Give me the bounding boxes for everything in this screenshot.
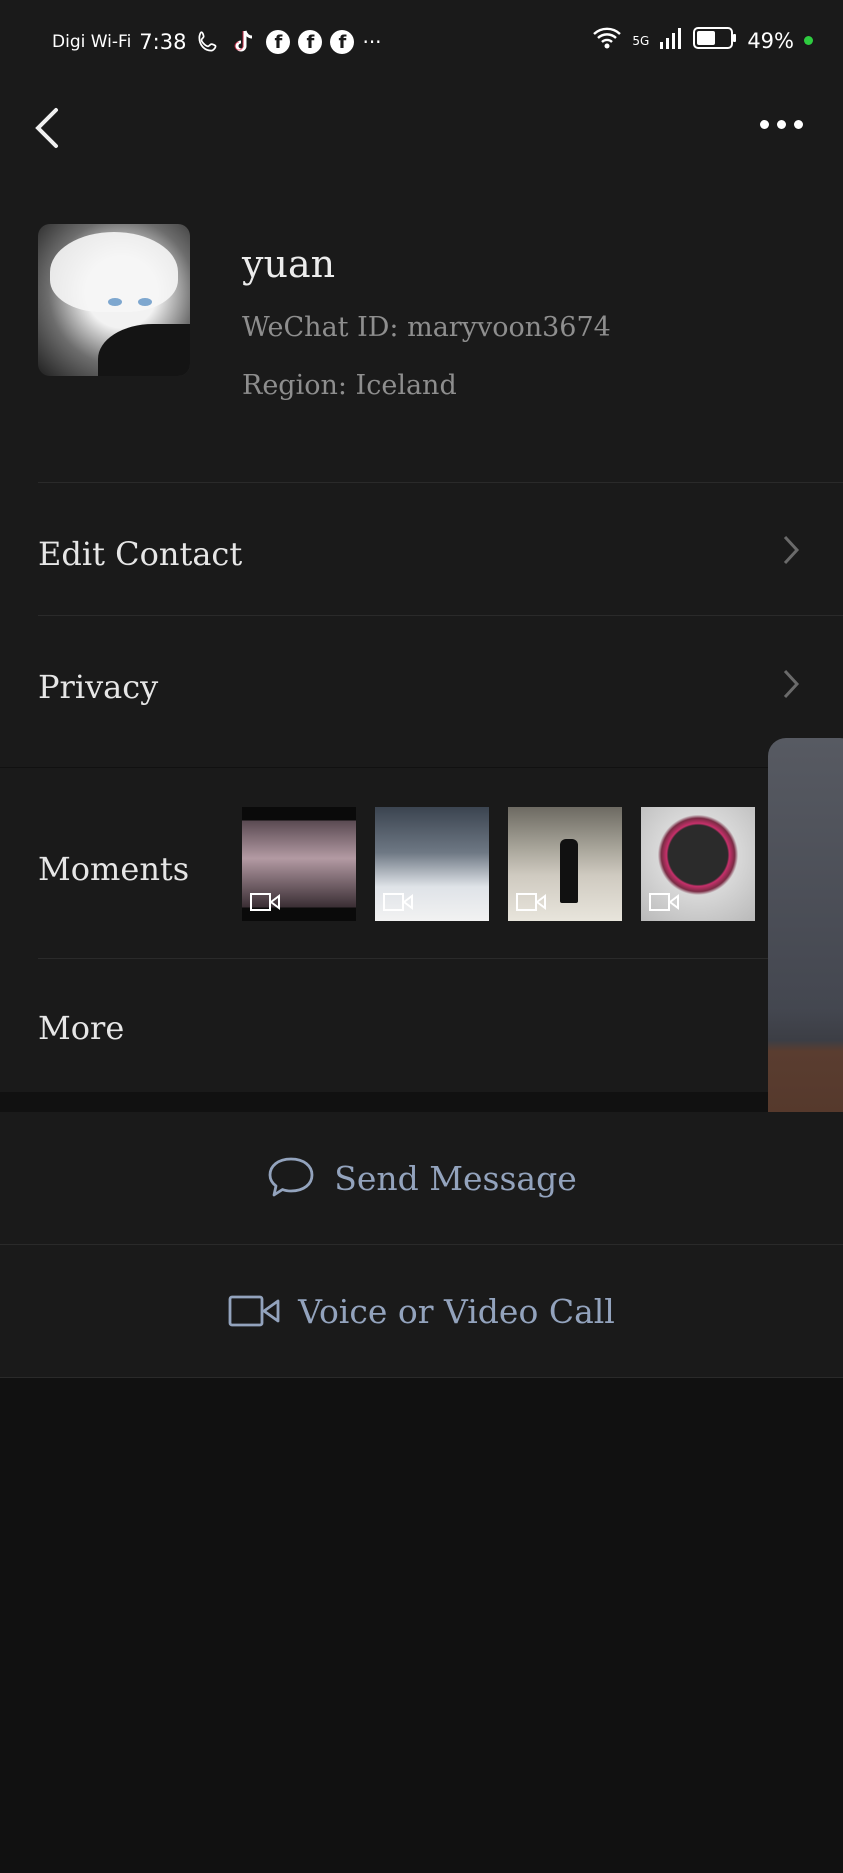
status-bar: Digi Wi-Fi 7:38 f f f ··· 5G 49% — [0, 0, 843, 84]
status-left: Digi Wi-Fi 7:38 f f f ··· — [52, 28, 382, 56]
moment-thumbnail[interactable] — [375, 807, 489, 921]
edit-contact-row[interactable]: Edit Contact — [0, 483, 843, 615]
facebook-icon: f — [330, 30, 355, 54]
more-notifications-icon: ··· — [362, 30, 382, 54]
moment-thumbnail[interactable] — [242, 807, 356, 921]
moment-thumbnail[interactable] — [508, 807, 622, 921]
video-icon — [250, 893, 280, 911]
privacy-row[interactable]: Privacy — [0, 616, 843, 748]
send-message-label: Send Message — [334, 1158, 577, 1198]
more-dots-icon — [777, 120, 786, 129]
video-icon — [649, 893, 679, 911]
privacy-label: Privacy — [38, 668, 159, 706]
chevron-right-icon — [783, 535, 800, 565]
divider — [0, 1377, 843, 1378]
status-right: 5G 49% — [592, 26, 813, 55]
chat-bubble-icon — [268, 1157, 314, 1197]
call-label: Voice or Video Call — [298, 1291, 615, 1331]
edit-contact-label: Edit Contact — [38, 535, 243, 573]
voice-video-call-button[interactable]: Voice or Video Call — [0, 1245, 843, 1377]
avatar[interactable] — [38, 224, 190, 376]
moments-label: Moments — [38, 850, 190, 888]
carrier-label: Digi Wi-Fi — [52, 32, 132, 52]
clock: 7:38 — [139, 30, 187, 54]
wifi-icon — [592, 26, 622, 55]
battery-icon — [693, 26, 737, 55]
contact-name: yuan — [242, 242, 336, 286]
wechat-id: WeChat ID: maryvoon3674 — [242, 312, 611, 343]
back-arrow-icon — [35, 108, 58, 148]
facebook-icon: f — [298, 30, 323, 54]
facebook-icon: f — [266, 30, 291, 54]
region: Region: Iceland — [242, 370, 457, 401]
more-dots-icon — [794, 120, 803, 129]
battery-percent: 49% — [747, 28, 794, 53]
more-dots-icon — [760, 120, 769, 129]
network-label: 5G — [632, 33, 650, 48]
signal-icon — [659, 26, 683, 55]
more-label: More — [38, 1009, 125, 1047]
tiktok-icon — [230, 28, 258, 56]
back-button[interactable] — [30, 104, 64, 152]
moment-thumbnail[interactable] — [641, 807, 755, 921]
more-row[interactable]: More — [0, 959, 843, 1092]
status-dot — [804, 36, 813, 45]
video-icon — [516, 893, 546, 911]
send-message-button[interactable]: Send Message — [0, 1112, 843, 1244]
chevron-right-icon — [783, 669, 800, 699]
video-camera-icon — [228, 1295, 280, 1327]
video-icon — [383, 893, 413, 911]
more-options-button[interactable] — [760, 120, 803, 129]
phone-icon — [194, 28, 222, 56]
